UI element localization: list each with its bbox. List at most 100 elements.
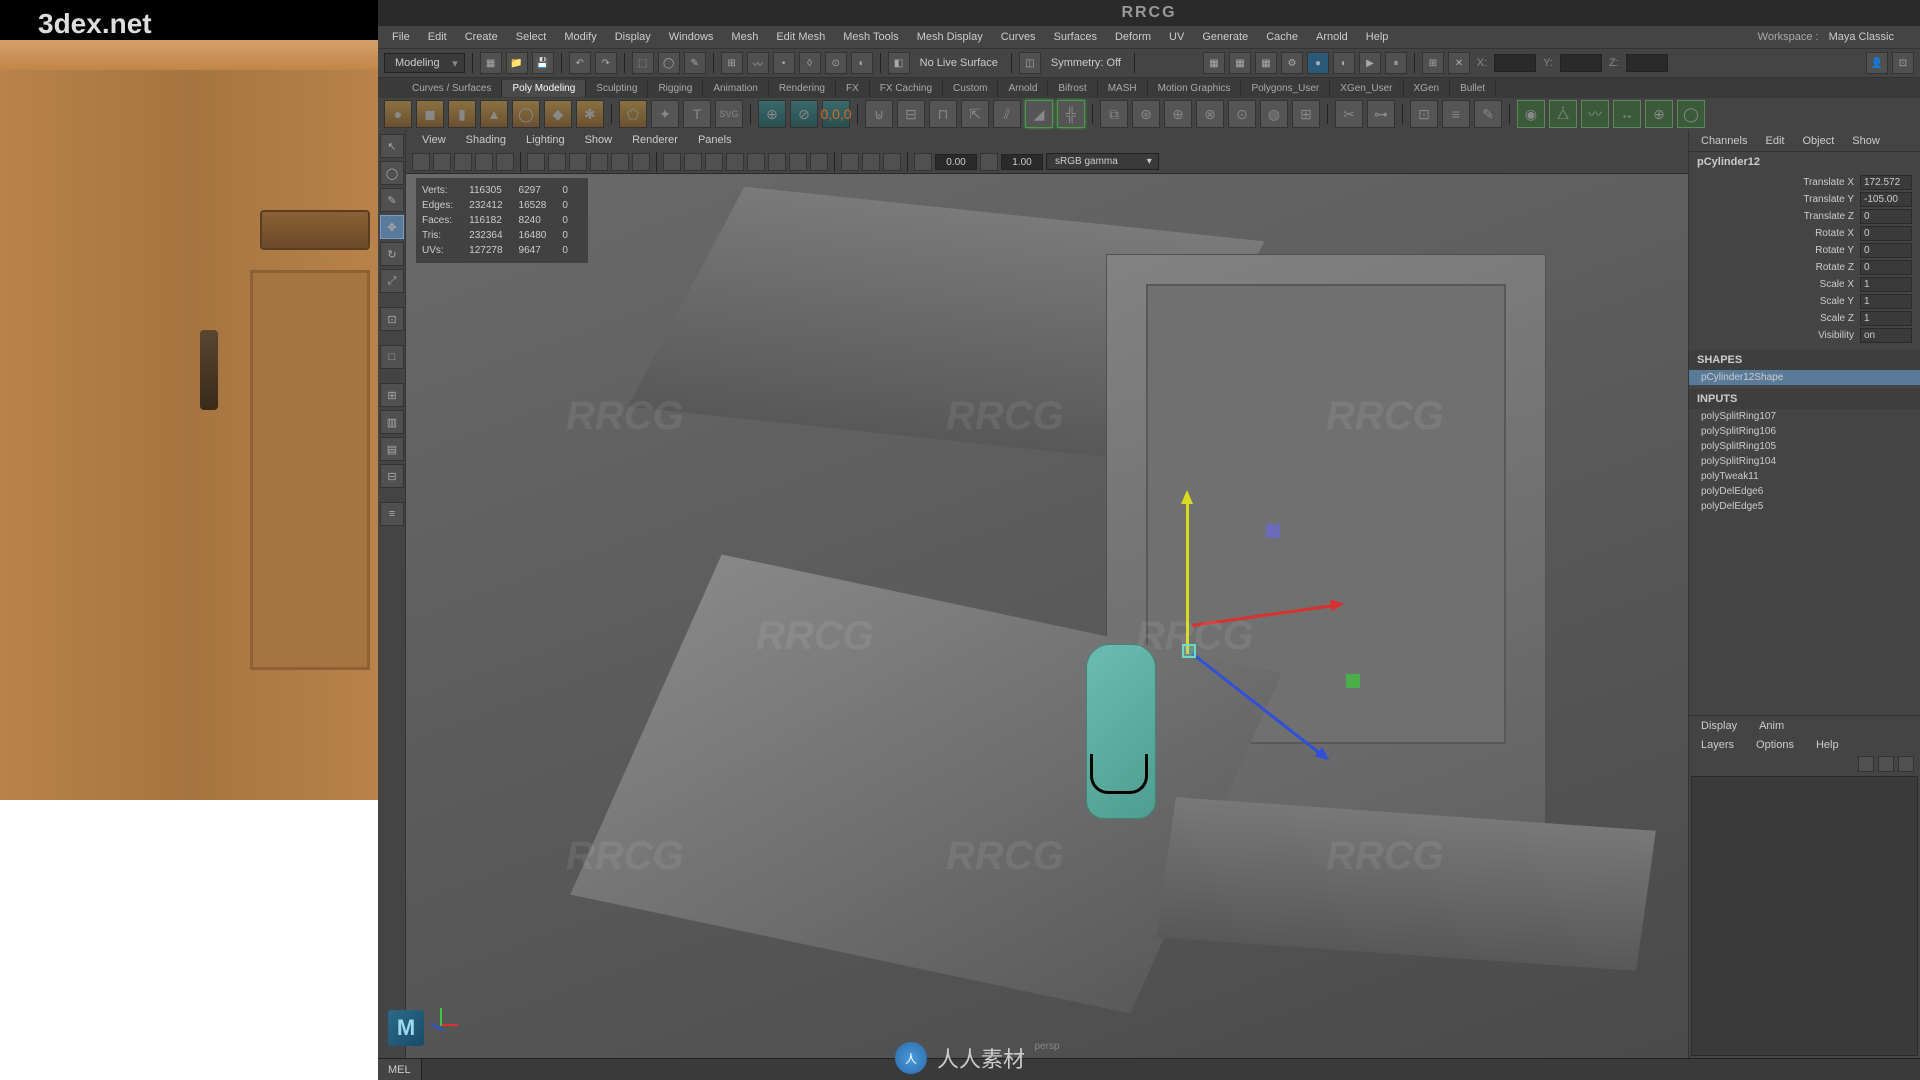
snap-center-icon[interactable]: ⊙ bbox=[825, 52, 847, 74]
move-tool[interactable]: ✥ bbox=[380, 215, 404, 239]
combine-icon[interactable]: ⊕ bbox=[758, 100, 786, 128]
poly-cube-icon[interactable]: ◼ bbox=[416, 100, 444, 128]
shadows-icon[interactable] bbox=[747, 153, 765, 171]
layer-move-up-icon[interactable] bbox=[1858, 756, 1874, 772]
platonic-icon[interactable]: ⬠ bbox=[619, 100, 647, 128]
rotate-tool[interactable]: ↻ bbox=[380, 242, 404, 266]
toggle-icon[interactable]: ✕ bbox=[1448, 52, 1470, 74]
quad-draw-icon[interactable]: ⊡ bbox=[1410, 100, 1438, 128]
transform-icon[interactable]: ⊕ bbox=[1645, 100, 1673, 128]
input-node[interactable]: polySplitRing106 bbox=[1689, 424, 1920, 439]
safe-action-icon[interactable] bbox=[611, 153, 629, 171]
panel-menu-show[interactable]: Show bbox=[577, 132, 621, 148]
channel-tab-channels[interactable]: Channels bbox=[1693, 133, 1755, 149]
image-plane-icon[interactable] bbox=[454, 153, 472, 171]
menu-curves[interactable]: Curves bbox=[993, 29, 1044, 45]
exposure-icon[interactable] bbox=[914, 153, 932, 171]
outliner-icon[interactable]: ≡ bbox=[380, 502, 404, 526]
safe-title-icon[interactable] bbox=[632, 153, 650, 171]
panel-menu-view[interactable]: View bbox=[414, 132, 454, 148]
layer-new-icon[interactable] bbox=[1898, 756, 1914, 772]
xray-joints-icon[interactable] bbox=[883, 153, 901, 171]
layer-menu-options[interactable]: Options bbox=[1748, 737, 1802, 753]
shelf-tab-arnold[interactable]: Arnold bbox=[998, 80, 1048, 97]
poly-cone-icon[interactable]: ▲ bbox=[480, 100, 508, 128]
channel-tab-show[interactable]: Show bbox=[1844, 133, 1888, 149]
shelf-tab-bifrost[interactable]: Bifrost bbox=[1048, 80, 1097, 97]
object-name[interactable]: pCylinder12 bbox=[1689, 152, 1920, 172]
attr-value[interactable]: 172.572 bbox=[1860, 175, 1912, 190]
attr-value[interactable]: 0 bbox=[1860, 226, 1912, 241]
ipr-icon[interactable]: ▦ bbox=[1255, 52, 1277, 74]
symmetry-icon[interactable]: ◫ bbox=[1019, 52, 1041, 74]
use-lights-icon[interactable] bbox=[726, 153, 744, 171]
toggle-ui-icon[interactable]: ⊡ bbox=[1892, 52, 1914, 74]
axis-z-input[interactable] bbox=[1626, 54, 1668, 72]
attr-value[interactable]: 1 bbox=[1860, 277, 1912, 292]
poly-plane-icon[interactable]: ◆ bbox=[544, 100, 572, 128]
shelf-tab-rendering[interactable]: Rendering bbox=[769, 80, 836, 97]
three-top-icon[interactable]: ⊟ bbox=[380, 464, 404, 488]
shelf-tab-curves-surfaces[interactable]: Curves / Surfaces bbox=[402, 80, 502, 97]
redo-icon[interactable]: ↷ bbox=[595, 52, 617, 74]
slide-edge-icon[interactable]: ↔ bbox=[1613, 100, 1641, 128]
panel-layout-icon[interactable]: ⊞ bbox=[1422, 52, 1444, 74]
snap-curve-icon[interactable]: 〰 bbox=[747, 52, 769, 74]
smooth-icon[interactable]: 0,0,0 bbox=[822, 100, 850, 128]
multicut-icon[interactable]: ✂ bbox=[1335, 100, 1363, 128]
target-weld-icon[interactable]: ⊕ bbox=[1164, 100, 1192, 128]
hypershade-icon[interactable]: ● bbox=[1307, 52, 1329, 74]
playblast-icon[interactable]: ▶ bbox=[1359, 52, 1381, 74]
snap-live-icon[interactable]: ◐ bbox=[851, 52, 873, 74]
camera-select-icon[interactable] bbox=[412, 153, 430, 171]
boolean-diff-icon[interactable]: ⊟ bbox=[897, 100, 925, 128]
insert-edge-icon[interactable]: ╬ bbox=[1057, 100, 1085, 128]
paint-tool[interactable]: ✎ bbox=[380, 188, 404, 212]
menu-arnold[interactable]: Arnold bbox=[1308, 29, 1356, 45]
shape-node[interactable]: pCylinder12Shape bbox=[1689, 370, 1920, 385]
gate-mask-icon[interactable] bbox=[590, 153, 608, 171]
axis-y-input[interactable] bbox=[1560, 54, 1602, 72]
menu-help[interactable]: Help bbox=[1358, 29, 1397, 45]
shelf-tab-sculpting[interactable]: Sculpting bbox=[586, 80, 648, 97]
ao-icon[interactable] bbox=[768, 153, 786, 171]
shelf-tab-custom[interactable]: Custom bbox=[943, 80, 998, 97]
paint-select-icon[interactable]: ✎ bbox=[684, 52, 706, 74]
menu-mesh[interactable]: Mesh bbox=[723, 29, 766, 45]
layer-menu-help[interactable]: Help bbox=[1808, 737, 1847, 753]
merge-icon[interactable]: ⊛ bbox=[1132, 100, 1160, 128]
open-scene-icon[interactable]: 📁 bbox=[506, 52, 528, 74]
poly-torus-icon[interactable]: ◯ bbox=[512, 100, 540, 128]
menu-surfaces[interactable]: Surfaces bbox=[1046, 29, 1105, 45]
layer-tab-display[interactable]: Display bbox=[1693, 718, 1745, 734]
poly-cylinder-icon[interactable]: ▮ bbox=[448, 100, 476, 128]
textured-icon[interactable] bbox=[705, 153, 723, 171]
boolean-intersect-icon[interactable]: ⊓ bbox=[929, 100, 957, 128]
shelf-tab-motion-graphics[interactable]: Motion Graphics bbox=[1148, 80, 1242, 97]
select-tool[interactable]: ↖ bbox=[380, 134, 404, 158]
four-view-icon[interactable]: ⊞ bbox=[380, 383, 404, 407]
sculpt-icon[interactable]: ✎ bbox=[1474, 100, 1502, 128]
input-node[interactable]: polyTweak11 bbox=[1689, 469, 1920, 484]
wireframe-icon[interactable] bbox=[663, 153, 681, 171]
menu-create[interactable]: Create bbox=[457, 29, 506, 45]
menu-file[interactable]: File bbox=[384, 29, 418, 45]
new-scene-icon[interactable]: ▦ bbox=[480, 52, 502, 74]
crease-icon[interactable]: ≡ bbox=[1442, 100, 1470, 128]
two-side-icon[interactable]: ▥ bbox=[380, 410, 404, 434]
symmetry-tool-icon[interactable]: ⧊ bbox=[1549, 100, 1577, 128]
shelf-tab-fx[interactable]: FX bbox=[836, 80, 870, 97]
menu-select[interactable]: Select bbox=[508, 29, 555, 45]
fill-hole-icon[interactable]: ◍ bbox=[1260, 100, 1288, 128]
perspective-viewport[interactable]: Verts:11630562970Edges:232412165280Faces… bbox=[406, 174, 1688, 1058]
menu-edit-mesh[interactable]: Edit Mesh bbox=[768, 29, 833, 45]
panel-menu-panels[interactable]: Panels bbox=[690, 132, 740, 148]
film-gate-icon[interactable] bbox=[548, 153, 566, 171]
shelf-tab-mash[interactable]: MASH bbox=[1098, 80, 1148, 97]
shelf-tab-bullet[interactable]: Bullet bbox=[1450, 80, 1496, 97]
scale-tool[interactable]: ⤢ bbox=[380, 269, 404, 293]
attr-value[interactable]: 0 bbox=[1860, 243, 1912, 258]
lasso-icon[interactable]: ◯ bbox=[658, 52, 680, 74]
shelf-tab-rigging[interactable]: Rigging bbox=[648, 80, 703, 97]
menu-edit[interactable]: Edit bbox=[420, 29, 455, 45]
